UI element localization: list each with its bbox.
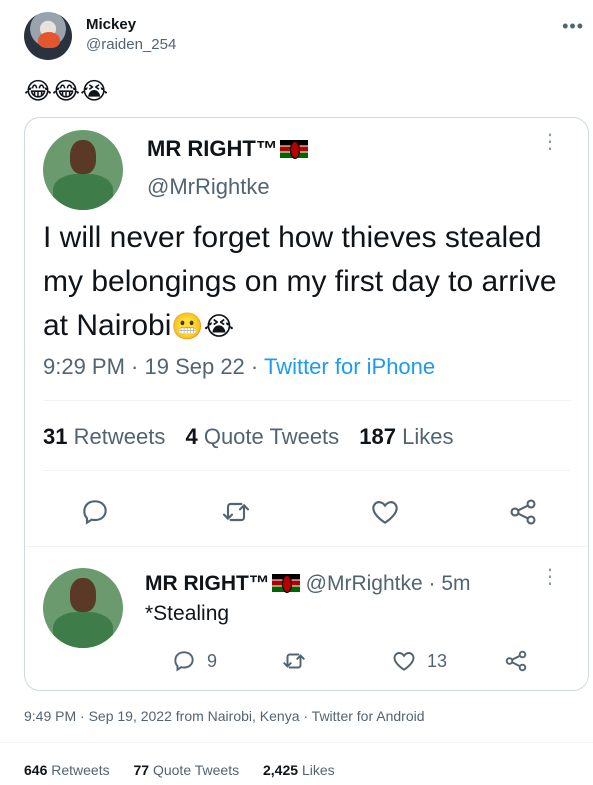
outer-tweet-header: Mickey @raiden_254 ••• <box>24 12 584 64</box>
tweet-meta[interactable]: 9:49 PM · Sep 19, 2022 from Nairobi, Ken… <box>24 708 425 724</box>
quote-tweets-stat[interactable]: 4 Quote Tweets <box>185 424 339 449</box>
retweets-count: 646 <box>24 762 48 778</box>
retweet-button[interactable] <box>281 648 307 674</box>
quoted-tweet-body: I will never forget how thieves stealed … <box>43 221 557 342</box>
quoted-tweet-source[interactable]: Twitter for iPhone <box>264 354 435 379</box>
retweets-stat[interactable]: 31 Retweets <box>43 424 165 449</box>
reply-button[interactable]: 9 <box>171 648 217 674</box>
reply-text: *Stealing <box>145 602 230 625</box>
reply-handle-time[interactable]: @MrRightke · 5m <box>306 572 471 595</box>
reply-actions: 9 13 <box>145 648 527 674</box>
author-handle[interactable]: @raiden_254 <box>86 36 176 53</box>
likes-stat[interactable]: 187 Likes <box>359 424 453 449</box>
share-icon[interactable] <box>507 496 539 528</box>
likes-count: 187 <box>359 424 397 449</box>
quoted-tweet-time[interactable]: 9:29 PM · 19 Sep 22 · <box>43 354 264 379</box>
reply-author-name[interactable]: MR RIGHT™ <box>145 572 270 595</box>
quoted-tweet-text: I will never forget how thieves stealed … <box>43 216 573 349</box>
more-options-icon[interactable]: ••• <box>562 16 584 37</box>
author-name[interactable]: Mickey <box>86 16 136 33</box>
likes-stat[interactable]: 2,425 Likes <box>263 762 335 778</box>
quote-tweets-label: Quote Tweets <box>152 762 240 778</box>
retweet-icon[interactable] <box>220 496 252 528</box>
quoted-avatar[interactable] <box>43 130 123 210</box>
quoted-tweet-meta: 9:29 PM · 19 Sep 22 · Twitter for iPhone <box>43 354 435 380</box>
likes-label: Likes <box>402 424 454 449</box>
divider <box>43 400 571 401</box>
avatar-face <box>70 578 96 612</box>
like-button[interactable]: 13 <box>391 648 447 674</box>
divider <box>43 470 571 471</box>
retweets-label: Retweets <box>51 762 110 778</box>
avatar-face <box>70 140 96 174</box>
quote-tweets-stat[interactable]: 77 Quote Tweets <box>134 762 240 778</box>
like-icon[interactable] <box>369 496 401 528</box>
like-icon <box>391 648 417 674</box>
quote-tweets-count: 4 <box>185 424 198 449</box>
quote-tweets-count: 77 <box>133 762 150 778</box>
quoted-tweet-stats: 31 Retweets 4 Quote Tweets 187 Likes <box>43 424 454 450</box>
avatar-body <box>53 174 113 210</box>
retweets-count: 31 <box>43 424 68 449</box>
quoted-author-name-text: MR RIGHT™ <box>147 136 278 161</box>
quoted-tweet-emojis: 😬😭 <box>171 312 235 342</box>
avatar-body <box>53 612 113 648</box>
retweet-icon <box>281 648 307 674</box>
reply-header: MR RIGHT™ @MrRightke · 5m <box>145 572 471 596</box>
avatar-image <box>38 32 60 48</box>
tweet-stats: 646 Retweets 77 Quote Tweets 2,425 Likes <box>24 762 335 778</box>
more-options-icon[interactable]: ⋮ <box>540 132 560 152</box>
reply-icon <box>171 648 197 674</box>
quoted-tweet-actions <box>79 496 539 528</box>
share-icon[interactable] <box>503 648 529 674</box>
avatar[interactable] <box>24 12 72 60</box>
quoted-author-handle[interactable]: @MrRightke <box>147 174 270 200</box>
likes-label: Likes <box>301 762 335 778</box>
retweets-stat[interactable]: 646 Retweets <box>24 762 110 778</box>
quoted-tweet-card[interactable]: MR RIGHT™ @MrRightke ⋮ I will never forg… <box>24 117 589 691</box>
kenya-flag-icon <box>271 574 300 593</box>
reply-icon[interactable] <box>79 496 111 528</box>
more-options-icon[interactable]: ⋮ <box>540 567 560 587</box>
likes-count: 2,425 <box>263 762 299 778</box>
reply-avatar[interactable] <box>43 568 123 648</box>
tweet-text: 😂😂😭 <box>24 77 109 105</box>
reply-count: 9 <box>207 650 218 671</box>
divider <box>25 546 588 547</box>
retweets-label: Retweets <box>73 424 166 449</box>
kenya-flag-icon <box>279 140 308 159</box>
quote-tweets-label: Quote Tweets <box>203 424 340 449</box>
divider <box>0 742 593 743</box>
like-count: 13 <box>427 650 448 671</box>
quoted-author-name[interactable]: MR RIGHT™ <box>147 136 308 162</box>
